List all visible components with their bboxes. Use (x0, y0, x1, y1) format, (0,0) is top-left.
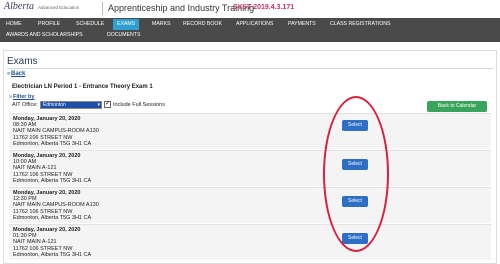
back-arrow-icon: « (7, 71, 11, 77)
session-row: Monday, January 20, 2020 12:30 PM NAIT M… (9, 187, 491, 223)
nav-item-record-book[interactable]: RECORD BOOK (179, 19, 226, 30)
nav-item-awards[interactable]: AWARDS AND SCHOLARSHIPS (2, 30, 87, 41)
nav-item-applications[interactable]: APPLICATIONS (232, 19, 277, 30)
filter-arrow-icon: » (9, 94, 13, 100)
include-full-label: Include Full Sessions (113, 102, 165, 108)
nav-item-home[interactable]: HOME (2, 19, 26, 30)
session-city: Edmonton, Alberta T5G 3H1 CA (13, 140, 92, 147)
session-location: NAIT MAIN CAMPUS-ROOM A130 (13, 202, 99, 209)
session-location: NAIT MAIN CAMPUS-ROOM A130 (13, 128, 99, 135)
logo-subtitle: Advanced Education (38, 5, 80, 10)
chevron-down-icon: ▾ (97, 102, 100, 108)
include-full-checkbox[interactable]: ✓ (104, 101, 111, 108)
header-divider (102, 2, 103, 15)
header-bar: Alberta Advanced Education Apprenticeshi… (0, 0, 500, 18)
session-details: Monday, January 20, 2020 10:00 AM NAIT M… (13, 153, 91, 184)
session-city: Edmonton, Alberta T5G 3H1 CA (13, 214, 92, 221)
title-divider (7, 68, 493, 69)
session-city: Edmonton, Alberta T5G 3H1 CA (13, 251, 92, 258)
nav-item-exams[interactable]: EXAMS (113, 19, 140, 30)
alberta-logo: Alberta (4, 1, 34, 12)
back-to-calendar-button[interactable]: Back to Calendar (427, 101, 487, 112)
nav-item-schedule[interactable]: SCHEDULE (72, 19, 108, 30)
nav-item-profile[interactable]: PROFILE (34, 19, 64, 30)
office-select[interactable]: Edmonton ▾ (40, 101, 102, 109)
session-row: Monday, January 20, 2020 01:30 PM NAIT M… (9, 224, 491, 260)
exam-heading: Electrician LN Period 1 - Entrance Theor… (12, 84, 153, 90)
session-details: Monday, January 20, 2020 01:30 PM NAIT M… (13, 227, 91, 258)
nav-item-payments[interactable]: PAYMENTS (284, 19, 320, 30)
filter-toggle[interactable]: Filter by (13, 94, 34, 100)
back-link[interactable]: Back (11, 71, 25, 77)
office-label: AIT Office: (12, 102, 38, 108)
nav-item-marks[interactable]: MARKS (148, 19, 174, 30)
system-version: SYST 2019.4.3.171 (233, 4, 295, 11)
session-details: Monday, January 20, 2020 08:30 AM NAIT M… (13, 116, 99, 147)
session-row: Monday, January 20, 2020 10:00 AM NAIT M… (9, 150, 491, 186)
annotation-highlight-ellipse (323, 96, 389, 252)
session-details: Monday, January 20, 2020 12:30 PM NAIT M… (13, 190, 99, 221)
session-city: Edmonton, Alberta T5G 3H1 CA (13, 177, 92, 184)
nav-item-documents[interactable]: DOCUMENTS (103, 30, 144, 41)
session-row: Monday, January 20, 2020 08:30 AM NAIT M… (9, 113, 491, 149)
page-title: Exams (7, 56, 38, 67)
office-select-value: Edmonton (43, 102, 66, 108)
nav-item-class-registrations[interactable]: CLASS REGISTRATIONS (326, 19, 394, 30)
main-nav: HOME PROFILE SCHEDULE EXAMS MARKS RECORD… (0, 18, 500, 42)
